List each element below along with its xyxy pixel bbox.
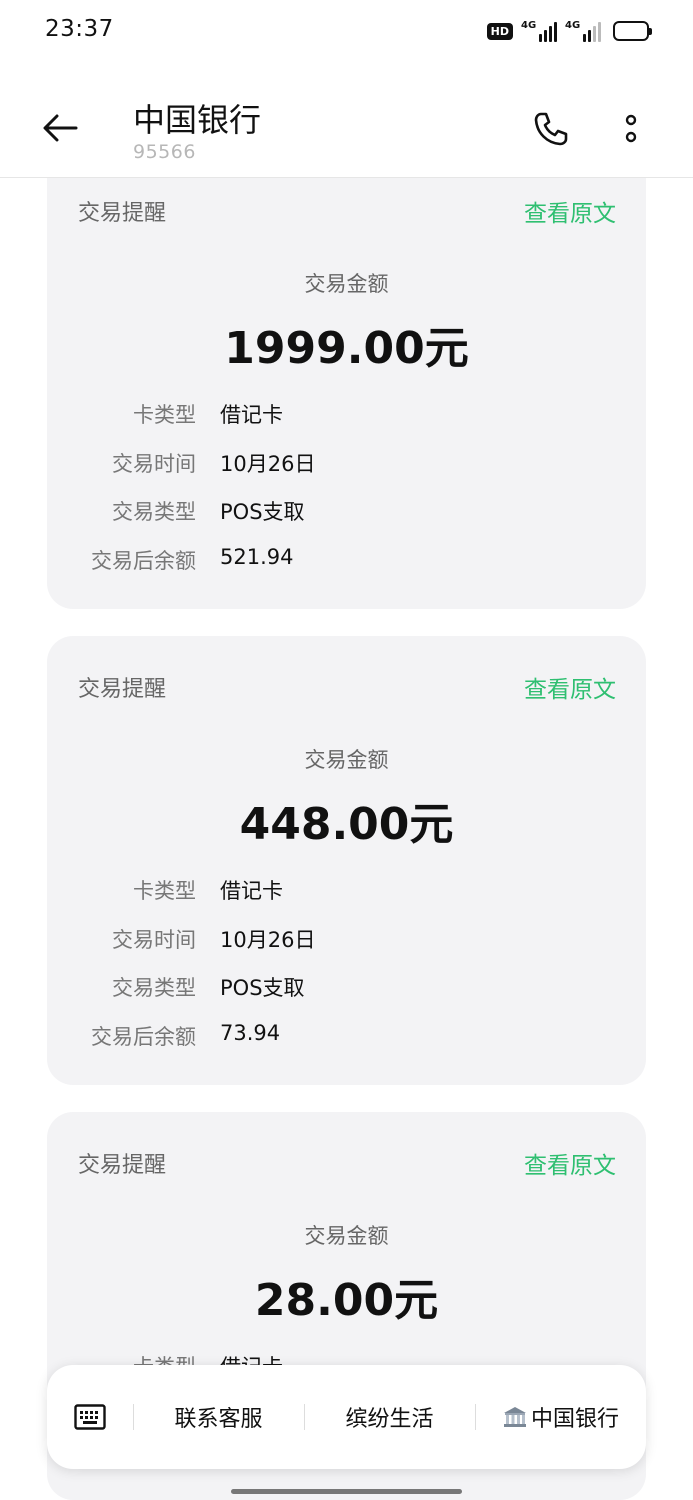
signal-4g-icon: 4G <box>521 20 557 42</box>
card-type-value: 借记卡 <box>220 879 283 903</box>
transaction-time-value: 10月26日 <box>220 928 316 952</box>
menu-item-label: 中国银行 <box>530 1407 619 1432</box>
screen: 23:37 HD 4G 4G 中国银行 95566 交易提醒 查看原文 交易金额… <box>0 0 693 1500</box>
more-options-button[interactable] <box>612 106 650 152</box>
menu-bank-of-china[interactable]: 中国银行 <box>475 1365 646 1469</box>
arrow-left-icon <box>43 114 78 142</box>
more-vertical-icon <box>625 114 637 143</box>
bottom-quick-menu: 联系客服 缤纷生活 中国银行 <box>47 1365 646 1469</box>
transaction-time-label: 交易时间 <box>112 452 196 476</box>
keyboard-icon <box>74 1404 106 1430</box>
card-type-label: 卡类型 <box>133 879 196 903</box>
transaction-amount: 28.00元 <box>254 1275 439 1326</box>
contact-number: 95566 <box>133 141 196 163</box>
transaction-time-label: 交易时间 <box>112 928 196 952</box>
transaction-amount: 1999.00元 <box>224 323 469 374</box>
back-button[interactable] <box>38 106 82 150</box>
card-label: 交易提醒 <box>78 1153 167 1178</box>
battery-icon <box>613 21 652 41</box>
transaction-type-value: POS支取 <box>220 500 305 524</box>
transaction-type-label: 交易类型 <box>112 500 196 524</box>
signal-4g-secondary-icon: 4G <box>565 20 601 42</box>
transaction-type-value: POS支取 <box>220 976 305 1000</box>
menu-item-label: 联系客服 <box>174 1407 263 1432</box>
menu-contact-service[interactable]: 联系客服 <box>133 1365 304 1469</box>
balance-after-value: 73.94 <box>220 1021 281 1045</box>
view-original-link[interactable]: 查看原文 <box>524 194 616 228</box>
amount-caption: 交易金额 <box>304 748 389 772</box>
balance-after-label: 交易后余额 <box>91 1025 196 1049</box>
hd-icon: HD <box>486 22 513 40</box>
call-button[interactable] <box>528 106 574 152</box>
keyboard-toggle-button[interactable] <box>47 1365 133 1469</box>
transaction-card: 交易提醒 查看原文 交易金额 448.00元 卡类型 借记卡 交易时间 10月2… <box>47 636 646 1085</box>
menu-item-label: 缤纷生活 <box>345 1407 434 1432</box>
transaction-amount: 448.00元 <box>239 799 454 850</box>
amount-caption: 交易金额 <box>304 272 389 296</box>
status-icons: HD 4G 4G <box>486 18 652 44</box>
balance-after-value: 521.94 <box>220 545 294 569</box>
balance-after-label: 交易后余额 <box>91 549 196 573</box>
contact-name: 中国银行 <box>133 101 262 139</box>
card-label: 交易提醒 <box>78 201 167 226</box>
phone-icon <box>534 112 568 146</box>
transaction-time-value: 10月26日 <box>220 452 316 476</box>
card-label: 交易提醒 <box>78 677 167 702</box>
card-type-label: 卡类型 <box>133 403 196 427</box>
status-bar: 23:37 HD 4G 4G <box>0 0 693 62</box>
view-original-link[interactable]: 查看原文 <box>524 1146 616 1180</box>
bank-building-icon <box>503 1407 526 1427</box>
card-type-value: 借记卡 <box>220 403 283 427</box>
home-indicator[interactable] <box>231 1489 462 1494</box>
transaction-card: 交易提醒 查看原文 交易金额 1999.00元 卡类型 借记卡 交易时间 10月… <box>47 150 646 609</box>
transaction-type-label: 交易类型 <box>112 976 196 1000</box>
menu-colorful-life[interactable]: 缤纷生活 <box>304 1365 475 1469</box>
status-time: 23:37 <box>45 16 114 42</box>
conversation-header: 中国银行 95566 <box>0 62 693 178</box>
view-original-link[interactable]: 查看原文 <box>524 670 616 704</box>
amount-caption: 交易金额 <box>304 1224 389 1248</box>
